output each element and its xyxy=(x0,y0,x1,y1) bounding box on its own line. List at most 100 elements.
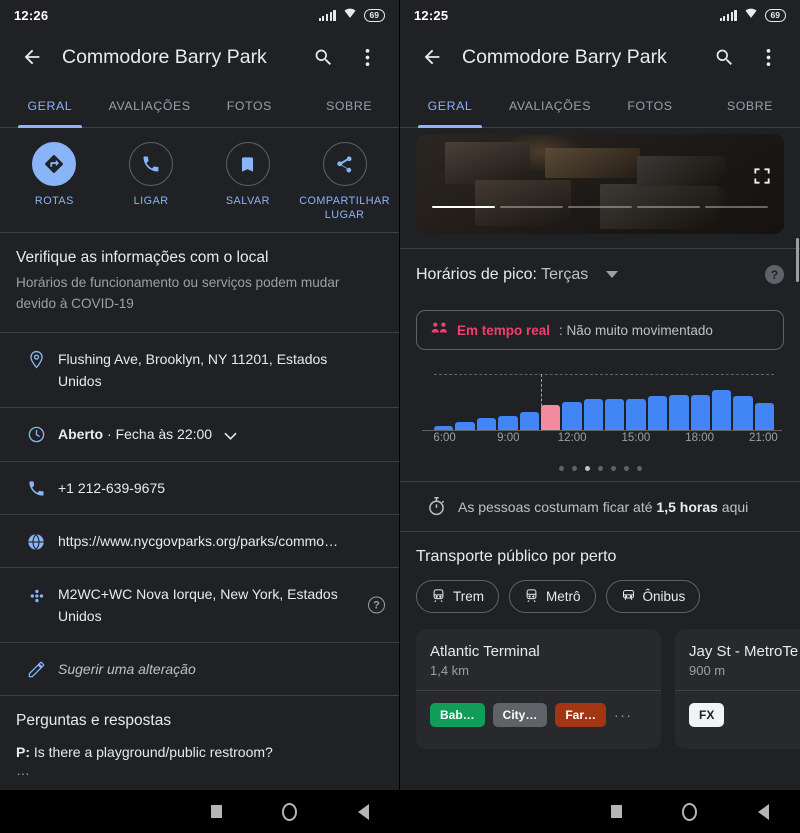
action-compartilhar[interactable]: COMPARTILHAR LUGAR xyxy=(296,142,393,222)
chart-bar xyxy=(605,399,624,430)
info-row-pluscode[interactable]: M2WC+WC Nova Iorque, New York, Estados U… xyxy=(0,568,399,643)
overflow-menu-icon[interactable] xyxy=(748,37,788,77)
clock-icon xyxy=(14,423,58,444)
progress-segment xyxy=(568,206,631,209)
day-dot[interactable] xyxy=(598,466,603,471)
chevron-down-icon[interactable] xyxy=(224,424,237,446)
dual-pane-container: 12:26 69 Commodore Barry Park xyxy=(0,0,800,790)
recents-button[interactable] xyxy=(180,805,253,818)
tab-avaliacoes[interactable]: AVALIAÇÕES xyxy=(100,84,200,127)
tab-sobre[interactable]: SOBRE xyxy=(299,84,399,127)
screenshot-root: 12:26 69 Commodore Barry Park xyxy=(0,0,800,833)
overflow-menu-icon[interactable] xyxy=(347,37,387,77)
location-pin-icon xyxy=(14,348,58,369)
action-salvar[interactable]: SALVAR xyxy=(200,142,297,222)
left-pane: 12:26 69 Commodore Barry Park xyxy=(0,0,400,790)
qa-title: Perguntas e respostas xyxy=(16,712,383,730)
day-dot[interactable] xyxy=(611,466,616,471)
chart-tick-label: 9:00 xyxy=(497,432,519,444)
info-row-suggest-edit[interactable]: Sugerir uma alteração xyxy=(0,643,399,696)
day-dot[interactable] xyxy=(572,466,577,471)
help-icon[interactable]: ? xyxy=(368,597,385,614)
line-badge[interactable]: FX xyxy=(689,703,724,727)
day-pager-dots[interactable] xyxy=(400,460,800,481)
info-row-address[interactable]: Flushing Ave, Brooklyn, NY 11201, Estado… xyxy=(0,333,399,408)
qa-ellipsis: … xyxy=(16,762,383,778)
action-ligar[interactable]: LIGAR xyxy=(103,142,200,222)
transit-section-title: Transporte público por perto xyxy=(400,532,800,566)
circle-icon xyxy=(282,803,297,821)
system-navigation-bar xyxy=(0,790,800,833)
station-card[interactable]: Jay St - MetroTe 900 m FX xyxy=(675,629,800,749)
cellular-signal-icon xyxy=(319,10,336,21)
day-dot[interactable] xyxy=(585,466,590,471)
questions-answers-section: Perguntas e respostas P: Is there a play… xyxy=(0,696,399,778)
search-icon[interactable] xyxy=(704,37,744,77)
chart-axis-line xyxy=(422,430,782,431)
transit-mode-chips: Trem Metrô Ônibus xyxy=(400,566,800,613)
chart-tick-label: 21:00 xyxy=(749,432,778,444)
phone-icon xyxy=(14,477,58,498)
chip-trem[interactable]: Trem xyxy=(416,580,499,613)
square-icon xyxy=(211,805,222,818)
home-button[interactable] xyxy=(253,803,326,821)
left-status-bar: 12:26 69 xyxy=(0,0,399,30)
chevron-down-icon[interactable] xyxy=(606,271,618,278)
status-time: 12:26 xyxy=(14,8,48,23)
home-button[interactable] xyxy=(653,803,726,821)
qa-question[interactable]: P: Is there a playground/public restroom… xyxy=(16,744,383,760)
info-row-website[interactable]: https://www.nycgovparks.org/parks/commo… xyxy=(0,515,399,568)
plus-code-icon xyxy=(14,583,58,607)
day-dot[interactable] xyxy=(637,466,642,471)
tab-fotos[interactable]: FOTOS xyxy=(600,84,700,127)
suggest-edit-text: Sugerir uma alteração xyxy=(58,658,385,680)
chip-onibus[interactable]: Ônibus xyxy=(606,580,701,613)
action-rotas[interactable]: ROTAS xyxy=(6,142,103,222)
chip-metro[interactable]: Metrô xyxy=(509,580,596,613)
line-badge[interactable]: City… xyxy=(493,703,548,727)
line-badge[interactable]: Bab… xyxy=(430,703,485,727)
chart-bar xyxy=(755,403,774,430)
chart-bar xyxy=(455,422,474,430)
recents-button[interactable] xyxy=(580,805,653,818)
bus-icon xyxy=(621,588,636,606)
line-badge[interactable]: Far… xyxy=(555,703,606,727)
stay-duration: 1,5 horas xyxy=(656,499,717,515)
tab-geral[interactable]: GERAL xyxy=(400,84,500,127)
subway-icon xyxy=(524,588,539,606)
back-arrow-icon[interactable] xyxy=(12,37,52,77)
progress-segment xyxy=(500,206,563,209)
place-photo[interactable] xyxy=(416,134,784,234)
fullscreen-expand-icon[interactable] xyxy=(752,166,772,186)
day-dot[interactable] xyxy=(559,466,564,471)
action-label: LIGAR xyxy=(134,194,169,208)
station-distance: 900 m xyxy=(689,663,800,678)
chart-tick-label: 18:00 xyxy=(685,432,714,444)
more-lines-icon[interactable]: ··· xyxy=(614,707,633,723)
tab-sobre[interactable]: SOBRE xyxy=(700,84,800,127)
page-title: Commodore Barry Park xyxy=(56,46,299,69)
search-icon[interactable] xyxy=(303,37,343,77)
share-icon xyxy=(323,142,367,186)
back-arrow-icon[interactable] xyxy=(412,37,452,77)
vertical-scrollbar[interactable] xyxy=(796,238,799,282)
popular-times-chart[interactable]: 6:009:0012:0015:0018:0021:00 xyxy=(400,350,800,460)
tab-fotos[interactable]: FOTOS xyxy=(200,84,300,127)
info-row-hours[interactable]: Aberto · Fecha às 22:00 xyxy=(0,408,399,462)
info-row-phone[interactable]: +1 212-639-9675 xyxy=(0,462,399,515)
left-tab-bar: GERAL AVALIAÇÕES FOTOS SOBRE xyxy=(0,84,399,128)
popular-times-title: Horários de pico: Terças xyxy=(416,266,588,284)
hours-text: Aberto · Fecha às 22:00 xyxy=(58,423,385,446)
people-icon xyxy=(431,321,448,339)
station-card[interactable]: Atlantic Terminal 1,4 km Bab… City… Far…… xyxy=(416,629,661,749)
back-button[interactable] xyxy=(727,804,800,820)
day-dot[interactable] xyxy=(624,466,629,471)
chart-bar xyxy=(498,416,517,430)
back-button[interactable] xyxy=(327,804,400,820)
tab-avaliacoes[interactable]: AVALIAÇÕES xyxy=(500,84,600,127)
train-icon xyxy=(431,588,446,606)
chart-bar xyxy=(733,396,752,430)
tab-geral[interactable]: GERAL xyxy=(0,84,100,127)
help-icon[interactable]: ? xyxy=(765,265,784,284)
cellular-signal-icon xyxy=(720,10,737,21)
